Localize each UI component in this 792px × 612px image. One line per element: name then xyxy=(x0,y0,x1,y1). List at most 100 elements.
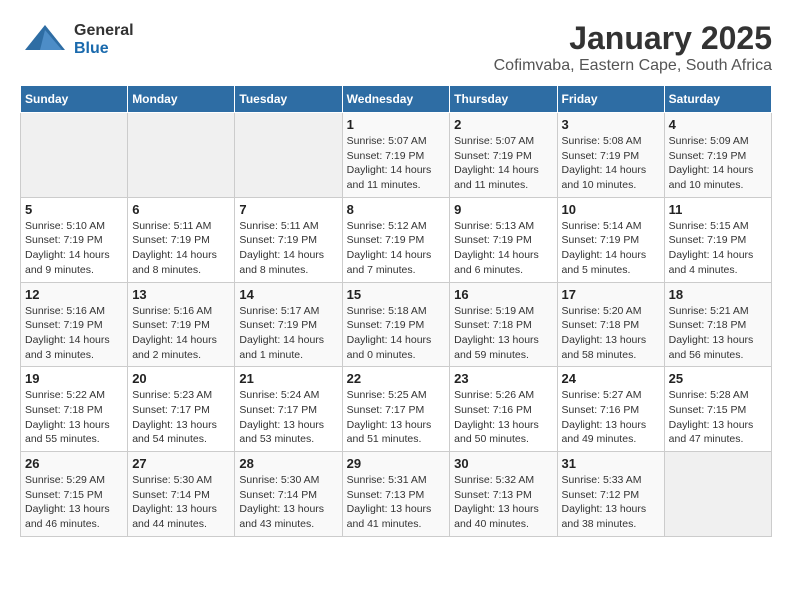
calendar-week-row: 5Sunrise: 5:10 AM Sunset: 7:19 PM Daylig… xyxy=(21,197,772,282)
weekday-header: Saturday xyxy=(664,86,771,113)
calendar-cell: 27 Sunrise: 5:30 AM Sunset: 7:14 PM Dayli… xyxy=(128,452,235,537)
calendar-cell: 9Sunrise: 5:13 AM Sunset: 7:19 PM Daylig… xyxy=(450,197,557,282)
day-number: 28 xyxy=(239,456,337,471)
day-info: Sunrise: 5:19 AM Sunset: 7:18 PM Dayligh… xyxy=(454,304,552,363)
calendar-cell: 30 Sunrise: 5:32 AM Sunset: 7:13 PM Dayli… xyxy=(450,452,557,537)
logo-blue-text: Blue xyxy=(74,40,134,58)
day-number: 13 xyxy=(132,287,230,302)
weekday-header: Tuesday xyxy=(235,86,342,113)
calendar-week-row: 12 Sunrise: 5:16 AM Sunset: 7:19 PM Dayli… xyxy=(21,282,772,367)
calendar-week-row: 26 Sunrise: 5:29 AM Sunset: 7:15 PM Dayli… xyxy=(21,452,772,537)
day-info: Sunrise: 5:31 AM Sunset: 7:13 PM Dayligh… xyxy=(347,473,446,532)
day-info: Sunrise: 5:08 AM Sunset: 7:19 PM Dayligh… xyxy=(562,134,660,193)
weekday-header: Wednesday xyxy=(342,86,450,113)
day-number: 1 xyxy=(347,117,446,132)
day-info: Sunrise: 5:16 AM Sunset: 7:19 PM Dayligh… xyxy=(132,304,230,363)
calendar-cell: 23 Sunrise: 5:26 AM Sunset: 7:16 PM Dayli… xyxy=(450,367,557,452)
day-number: 9 xyxy=(454,202,552,217)
calendar-cell: 26 Sunrise: 5:29 AM Sunset: 7:15 PM Dayli… xyxy=(21,452,128,537)
day-info: Sunrise: 5:09 AM Sunset: 7:19 PM Dayligh… xyxy=(669,134,767,193)
day-number: 14 xyxy=(239,287,337,302)
day-info: Sunrise: 5:11 AM Sunset: 7:19 PM Dayligh… xyxy=(132,219,230,278)
day-info: Sunrise: 5:30 AM Sunset: 7:14 PM Dayligh… xyxy=(239,473,337,532)
calendar-week-row: 19Sunrise: 5:22 AM Sunset: 7:18 PM Dayli… xyxy=(21,367,772,452)
calendar-cell: 16 Sunrise: 5:19 AM Sunset: 7:18 PM Dayli… xyxy=(450,282,557,367)
calendar-cell: 12 Sunrise: 5:16 AM Sunset: 7:19 PM Dayli… xyxy=(21,282,128,367)
day-number: 6 xyxy=(132,202,230,217)
calendar-cell: 5Sunrise: 5:10 AM Sunset: 7:19 PM Daylig… xyxy=(21,197,128,282)
day-info: Sunrise: 5:07 AM Sunset: 7:19 PM Dayligh… xyxy=(454,134,552,193)
calendar-cell: 6 Sunrise: 5:11 AM Sunset: 7:19 PM Daylig… xyxy=(128,197,235,282)
day-number: 29 xyxy=(347,456,446,471)
day-info: Sunrise: 5:18 AM Sunset: 7:19 PM Dayligh… xyxy=(347,304,446,363)
day-number: 23 xyxy=(454,371,552,386)
calendar-cell: 10Sunrise: 5:14 AM Sunset: 7:19 PM Dayli… xyxy=(557,197,664,282)
day-info: Sunrise: 5:16 AM Sunset: 7:19 PM Dayligh… xyxy=(25,304,123,363)
calendar-cell xyxy=(21,113,128,198)
calendar-cell: 28 Sunrise: 5:30 AM Sunset: 7:14 PM Dayli… xyxy=(235,452,342,537)
weekday-header: Thursday xyxy=(450,86,557,113)
day-info: Sunrise: 5:23 AM Sunset: 7:17 PM Dayligh… xyxy=(132,388,230,447)
day-number: 24 xyxy=(562,371,660,386)
day-number: 5 xyxy=(25,202,123,217)
calendar-cell: 25 Sunrise: 5:28 AM Sunset: 7:15 PM Dayli… xyxy=(664,367,771,452)
day-info: Sunrise: 5:30 AM Sunset: 7:14 PM Dayligh… xyxy=(132,473,230,532)
day-number: 26 xyxy=(25,456,123,471)
day-info: Sunrise: 5:33 AM Sunset: 7:12 PM Dayligh… xyxy=(562,473,660,532)
page-header: General Blue January 2025 Cofimvaba, Eas… xyxy=(20,20,772,75)
day-info: Sunrise: 5:29 AM Sunset: 7:15 PM Dayligh… xyxy=(25,473,123,532)
calendar-cell: 8 Sunrise: 5:12 AM Sunset: 7:19 PM Daylig… xyxy=(342,197,450,282)
calendar-cell: 17 Sunrise: 5:20 AM Sunset: 7:18 PM Dayli… xyxy=(557,282,664,367)
day-number: 2 xyxy=(454,117,552,132)
calendar-cell: 11Sunrise: 5:15 AM Sunset: 7:19 PM Dayli… xyxy=(664,197,771,282)
calendar-cell: 7 Sunrise: 5:11 AM Sunset: 7:19 PM Daylig… xyxy=(235,197,342,282)
day-number: 19 xyxy=(25,371,123,386)
logo-general-text: General xyxy=(74,22,134,40)
day-info: Sunrise: 5:14 AM Sunset: 7:19 PM Dayligh… xyxy=(562,219,660,278)
day-info: Sunrise: 5:11 AM Sunset: 7:19 PM Dayligh… xyxy=(239,219,337,278)
weekday-header: Friday xyxy=(557,86,664,113)
day-info: Sunrise: 5:15 AM Sunset: 7:19 PM Dayligh… xyxy=(669,219,767,278)
calendar-cell: 14Sunrise: 5:17 AM Sunset: 7:19 PM Dayli… xyxy=(235,282,342,367)
day-number: 21 xyxy=(239,371,337,386)
day-number: 12 xyxy=(25,287,123,302)
page-subtitle: Cofimvaba, Eastern Cape, South Africa xyxy=(494,57,772,75)
day-number: 15 xyxy=(347,287,446,302)
logo: General Blue xyxy=(20,20,134,60)
day-info: Sunrise: 5:26 AM Sunset: 7:16 PM Dayligh… xyxy=(454,388,552,447)
title-block: January 2025 Cofimvaba, Eastern Cape, So… xyxy=(494,20,772,75)
calendar-cell: 19Sunrise: 5:22 AM Sunset: 7:18 PM Dayli… xyxy=(21,367,128,452)
weekday-header: Sunday xyxy=(21,86,128,113)
calendar-header-row: SundayMondayTuesdayWednesdayThursdayFrid… xyxy=(21,86,772,113)
day-info: Sunrise: 5:12 AM Sunset: 7:19 PM Dayligh… xyxy=(347,219,446,278)
day-number: 27 xyxy=(132,456,230,471)
day-number: 25 xyxy=(669,371,767,386)
day-number: 20 xyxy=(132,371,230,386)
calendar-week-row: 1 Sunrise: 5:07 AM Sunset: 7:19 PM Daylig… xyxy=(21,113,772,198)
day-number: 3 xyxy=(562,117,660,132)
day-number: 18 xyxy=(669,287,767,302)
calendar-cell: 15 Sunrise: 5:18 AM Sunset: 7:19 PM Dayli… xyxy=(342,282,450,367)
calendar-cell: 1Sunrise: 5:07 AM Sunset: 7:19 PM Daylig… xyxy=(342,113,450,198)
day-number: 22 xyxy=(347,371,446,386)
day-info: Sunrise: 5:25 AM Sunset: 7:17 PM Dayligh… xyxy=(347,388,446,447)
day-info: Sunrise: 5:32 AM Sunset: 7:13 PM Dayligh… xyxy=(454,473,552,532)
calendar-cell: 22 Sunrise: 5:25 AM Sunset: 7:17 PM Dayli… xyxy=(342,367,450,452)
day-number: 17 xyxy=(562,287,660,302)
day-number: 4 xyxy=(669,117,767,132)
day-number: 16 xyxy=(454,287,552,302)
calendar-cell: 3 Sunrise: 5:08 AM Sunset: 7:19 PM Daylig… xyxy=(557,113,664,198)
day-number: 30 xyxy=(454,456,552,471)
day-info: Sunrise: 5:28 AM Sunset: 7:15 PM Dayligh… xyxy=(669,388,767,447)
weekday-header: Monday xyxy=(128,86,235,113)
day-info: Sunrise: 5:21 AM Sunset: 7:18 PM Dayligh… xyxy=(669,304,767,363)
day-number: 7 xyxy=(239,202,337,217)
day-info: Sunrise: 5:24 AM Sunset: 7:17 PM Dayligh… xyxy=(239,388,337,447)
calendar-table: SundayMondayTuesdayWednesdayThursdayFrid… xyxy=(20,85,772,537)
calendar-cell xyxy=(128,113,235,198)
calendar-cell: 2 Sunrise: 5:07 AM Sunset: 7:19 PM Daylig… xyxy=(450,113,557,198)
calendar-cell: 21 Sunrise: 5:24 AM Sunset: 7:17 PM Dayli… xyxy=(235,367,342,452)
calendar-cell: 24Sunrise: 5:27 AM Sunset: 7:16 PM Dayli… xyxy=(557,367,664,452)
day-info: Sunrise: 5:20 AM Sunset: 7:18 PM Dayligh… xyxy=(562,304,660,363)
day-number: 8 xyxy=(347,202,446,217)
